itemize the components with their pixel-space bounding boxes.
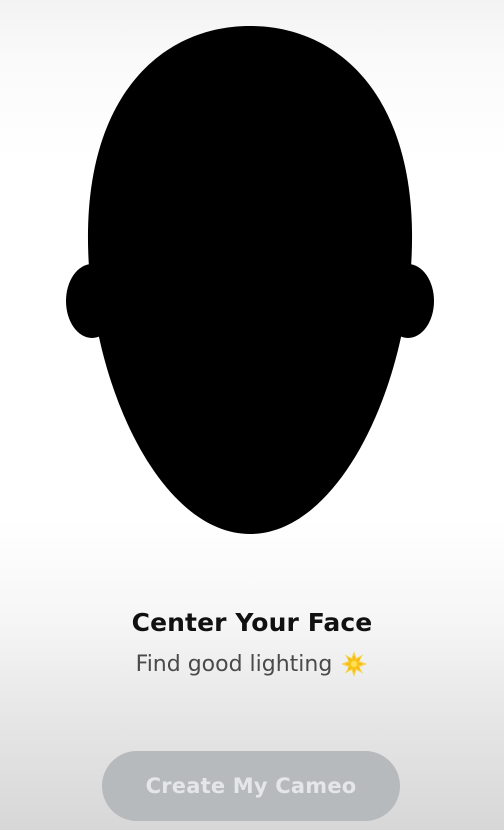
instruction-title: Center Your Face: [131, 608, 373, 637]
cameo-setup-screen: Center Your Face Find good lighting Crea…: [0, 0, 504, 830]
create-my-cameo-button-label: Create My Cameo: [145, 774, 357, 798]
instruction-subtitle: Find good lighting: [135, 651, 333, 677]
instruction-subtitle-row: Find good lighting: [0, 650, 504, 678]
sun-icon: [340, 650, 368, 678]
create-my-cameo-button[interactable]: Create My Cameo: [102, 751, 400, 821]
head-silhouette-guide: [60, 26, 440, 536]
